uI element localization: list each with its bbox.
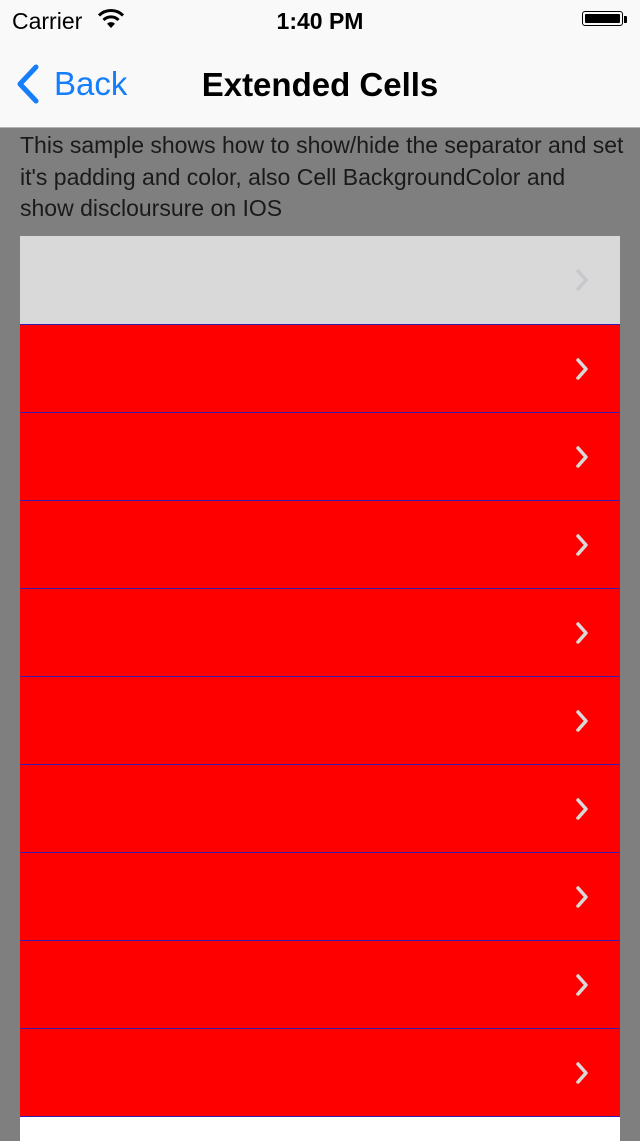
cell-list: [20, 236, 620, 1141]
table-row[interactable]: [20, 764, 620, 852]
table-row[interactable]: [20, 676, 620, 764]
navigation-bar: Back Extended Cells: [0, 40, 640, 128]
chevron-right-icon: [576, 974, 588, 996]
battery-icon: [582, 11, 628, 28]
chevron-right-icon: [576, 622, 588, 644]
status-bar: Carrier 1:40 PM: [0, 0, 640, 40]
table-row[interactable]: [20, 236, 620, 324]
chevron-right-icon: [576, 1062, 588, 1084]
table-row[interactable]: [20, 1028, 620, 1116]
description-text: This sample shows how to show/hide the s…: [20, 132, 624, 221]
chevron-right-icon: [576, 710, 588, 732]
chevron-right-icon: [576, 798, 588, 820]
page-title: Extended Cells: [201, 66, 439, 103]
table-row[interactable]: [20, 412, 620, 500]
table-row[interactable]: [20, 940, 620, 1028]
chevron-right-icon: [576, 446, 588, 468]
status-time: 1:40 PM: [276, 8, 364, 34]
chevron-right-icon: [576, 886, 588, 908]
chevron-right-icon: [576, 269, 588, 291]
chevron-right-icon: [576, 358, 588, 380]
table-row[interactable]: [20, 324, 620, 412]
table-row[interactable]: [20, 500, 620, 588]
table-row[interactable]: [20, 588, 620, 676]
list-footer: [20, 1116, 620, 1141]
table-row[interactable]: [20, 852, 620, 940]
chevron-right-icon: [576, 534, 588, 556]
